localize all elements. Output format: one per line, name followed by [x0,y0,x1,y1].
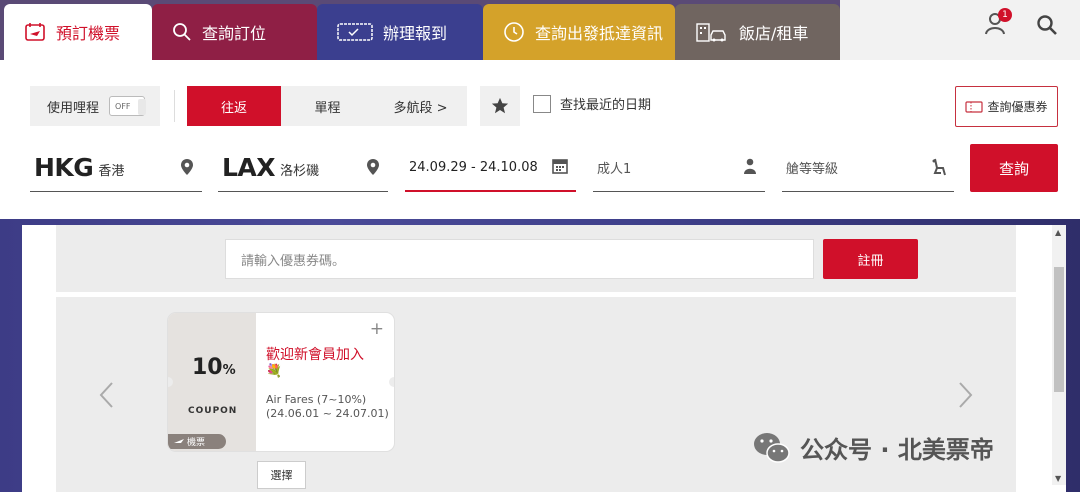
calendar-icon [552,159,568,174]
recent-dates-option[interactable]: 查找最近的日期 [533,94,651,113]
watermark-text: 公众号 · 北美票帝 [800,436,994,464]
miles-label: 使用哩程 [47,100,100,116]
hotel-car-icon [696,23,726,42]
top-tab-bar: 預訂機票 查詢訂位 辦理報到 查詢出發抵達資訊 飯店/租車 1 [0,0,1080,60]
bouquet-icon: 💐 [266,364,283,379]
register-coupon-button[interactable]: 註冊 [823,239,918,279]
tab-label: 預訂機票 [56,24,121,43]
coupon-type-tag: 機票 [168,434,226,449]
cabin-class-field[interactable]: 艙等等級 [782,144,954,192]
boarding-pass-icon [337,23,373,41]
passengers-field[interactable]: 成人1 [593,144,765,192]
tab-label: 辦理報到 [383,24,448,43]
cabin-class-placeholder: 艙等等級 [786,162,839,177]
search-icon [173,23,191,41]
destination-code: LAX [222,153,276,182]
search-flights-button[interactable]: 查詢 [970,144,1058,192]
discount-percent: 10 [192,355,223,380]
trip-one-way[interactable]: 單程 [281,86,374,126]
scroll-up-icon[interactable]: ▲ [1055,228,1061,237]
scroll-thumb[interactable] [1054,267,1064,392]
chevron-right-icon[interactable] [958,381,974,409]
recent-dates-checkbox[interactable] [533,94,551,113]
coupon-icon [965,100,984,113]
destination-city: 洛杉磯 [280,164,320,179]
plane-icon [174,439,184,443]
tab-label: 飯店/租車 [739,24,809,43]
expand-icon[interactable]: + [370,319,384,339]
trip-round-trip[interactable]: 往返 [187,86,281,126]
location-pin-icon [181,159,193,175]
select-coupon-button[interactable]: 選擇 [257,461,306,489]
tab-check-in[interactable]: 辦理報到 [317,4,483,60]
coupon-word: COUPON [188,406,238,416]
tab-manage-booking[interactable]: 查詢訂位 [152,4,317,60]
coupon-code-input[interactable]: 請輸入優惠券碼。 [225,239,814,279]
plane-ticket-icon [25,23,45,41]
origin-code: HKG [34,153,94,182]
coupon-description: Air Fares (7~10%) (24.06.01 ~ 24.07.01) [266,393,389,420]
tab-label: 查詢出發抵達資訊 [535,24,664,43]
tab-book-flights[interactable]: 預訂機票 [4,4,152,60]
recent-dates-label: 查找最近的日期 [560,98,652,113]
tab-hotel-car[interactable]: 飯店/租車 [675,4,840,60]
search-icon[interactable] [1036,14,1058,36]
flight-search-form: 使用哩程 OFF 往返 單程 多航段 > 查找最近的日期 查詢優惠券 HKG 香… [0,60,1080,219]
trip-type-selector: 往返 單程 多航段 > [187,86,467,126]
coupon-search-button[interactable]: 查詢優惠券 [955,86,1058,127]
coupon-card[interactable]: 10% COUPON 機票 + 歡迎新會員加入 💐 Air Fares (7~1… [168,313,394,451]
origin-city: 香港 [98,164,125,179]
toggle-switch[interactable]: OFF [109,96,147,116]
location-pin-icon [367,159,379,175]
passenger-count: 成人1 [597,162,632,177]
clock-icon [504,22,524,42]
percent-unit: % [222,363,236,378]
destination-field[interactable]: LAX 洛杉磯 [218,144,388,192]
favorites-button[interactable] [480,86,520,126]
account-button[interactable]: 1 [984,8,1012,40]
coupon-title: 歡迎新會員加入 [266,347,364,363]
travel-dates: 24.09.29 - 24.10.08 [409,159,538,175]
person-icon [744,158,756,174]
scroll-down-icon[interactable]: ▼ [1055,474,1061,483]
tab-label: 查詢訂位 [202,24,267,43]
date-field[interactable]: 24.09.29 - 24.10.08 [405,144,576,192]
notification-badge: 1 [998,8,1012,22]
watermark: 公众号 · 北美票帝 [752,430,994,465]
star-icon [491,97,509,114]
dialog-scrollbar[interactable]: ▲ ▼ [1052,225,1066,485]
coupon-button-label: 查詢優惠券 [987,100,1048,114]
seat-icon [932,158,946,176]
tab-flight-status[interactable]: 查詢出發抵達資訊 [483,4,675,60]
origin-field[interactable]: HKG 香港 [30,144,202,192]
chevron-left-icon[interactable] [98,381,114,409]
use-miles-toggle[interactable]: 使用哩程 OFF [30,86,160,126]
wechat-icon [754,432,790,463]
trip-multi-city[interactable]: 多航段 > [374,86,467,126]
coupon-register-section: 請輸入優惠券碼。 註冊 [56,225,1016,292]
